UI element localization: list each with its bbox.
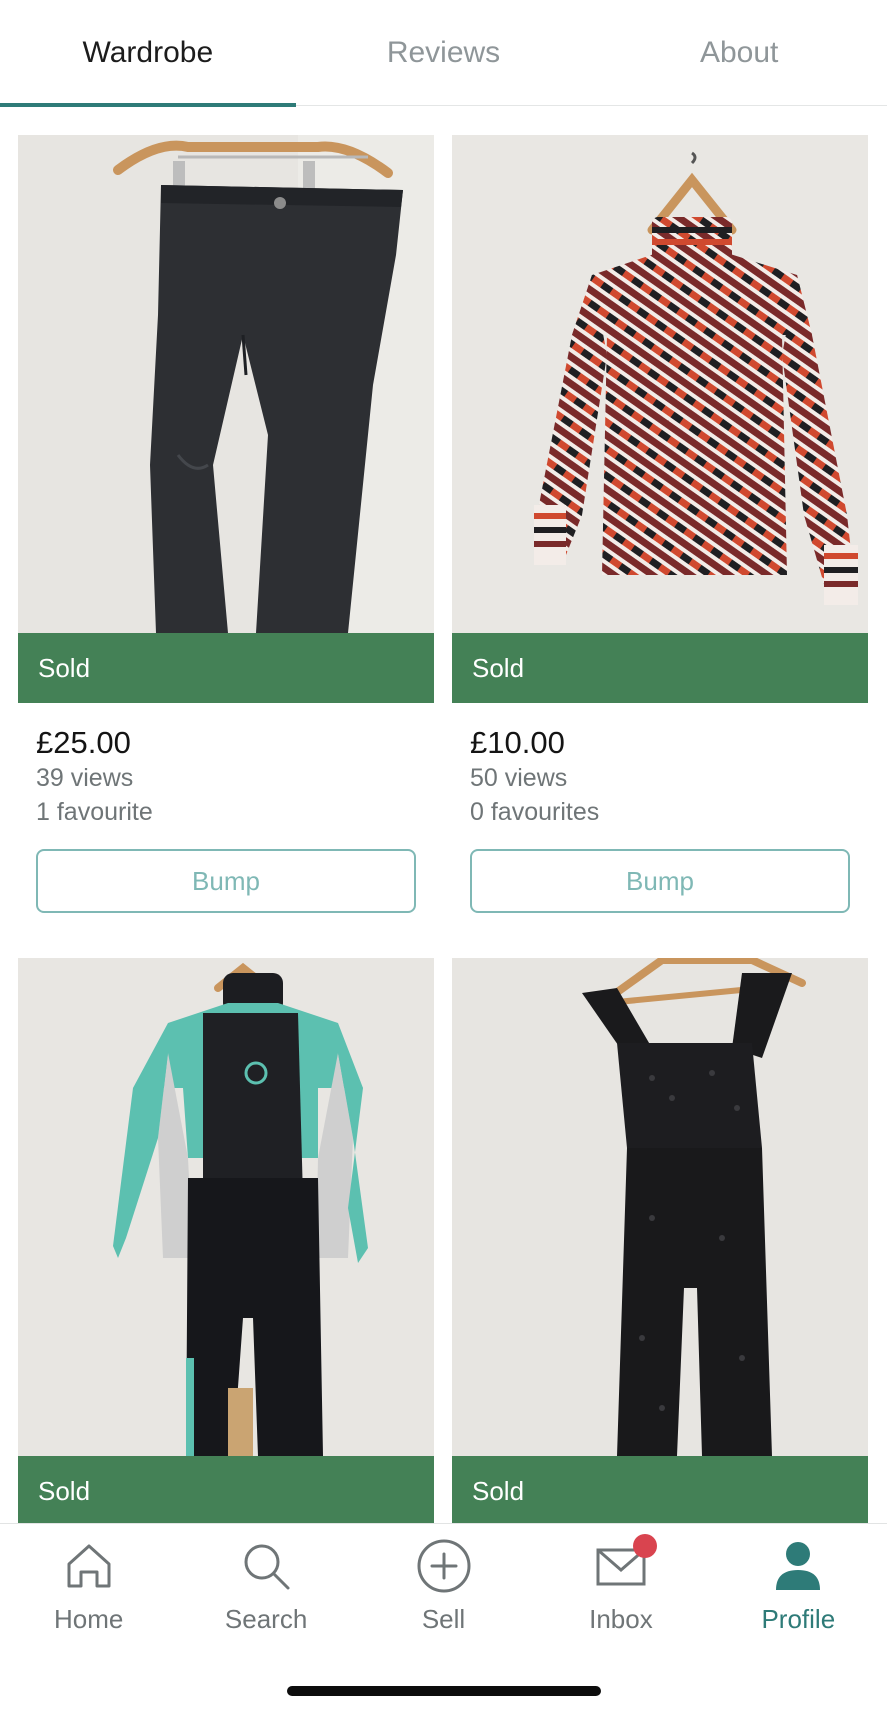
home-indicator [287,1686,601,1696]
nav-profile-label: Profile [761,1604,836,1634]
wetsuit-image [18,958,434,1456]
item-card[interactable]: Sold £25.00 39 views 1 favourite Bump [18,135,434,913]
nav-search-label: Search [224,1604,308,1634]
item-photo-wetsuit[interactable] [18,958,434,1456]
notification-badge [632,1534,657,1558]
home-icon [61,1538,117,1594]
plus-circle-icon [416,1538,472,1594]
sold-banner: Sold [452,1456,868,1526]
nav-search[interactable]: Search [177,1538,354,1644]
nav-home-label: Home [54,1604,124,1634]
item-favourites: 0 favourites [470,798,600,826]
sold-banner: Sold [18,633,434,703]
person-icon [770,1538,826,1594]
profile-tabs: Wardrobe Reviews About [0,0,887,107]
item-info: £10.00 50 views 0 favourites [452,703,868,829]
item-card[interactable]: Sold £10.00 50 views 0 favourites Bump [452,135,868,913]
nav-sell[interactable]: Sell [355,1538,532,1644]
item-price: £10.00 [470,725,565,760]
nav-sell-label: Sell [421,1604,466,1634]
tab-about[interactable]: About [591,0,887,106]
item-card[interactable]: Sold [18,958,434,1526]
item-price: £25.00 [36,725,131,760]
app-screen: Wardrobe Reviews About Sold £25.00 39 vi… [0,0,887,1713]
sold-banner: Sold [452,633,868,703]
item-photo-jeans[interactable] [18,135,434,633]
item-info: £25.00 39 views 1 favourite [18,703,434,829]
nav-inbox[interactable]: Inbox [532,1534,709,1644]
sold-banner: Sold [18,1456,434,1526]
item-card[interactable]: Sold [452,958,868,1526]
bump-button[interactable]: Bump [470,849,850,913]
item-photo-top[interactable] [452,135,868,633]
item-photo-jumpsuit[interactable] [452,958,868,1456]
jumpsuit-image [452,958,868,1456]
bottom-navigation: Home Search Sell Inbox Profile [0,1523,887,1713]
item-views: 39 views [36,764,134,792]
nav-profile[interactable]: Profile [710,1538,887,1644]
search-icon [238,1538,294,1594]
wardrobe-grid: Sold £25.00 39 views 1 favourite Bump So… [18,135,869,1526]
nav-inbox-label: Inbox [589,1604,653,1634]
nav-home[interactable]: Home [0,1538,177,1644]
item-favourites: 1 favourite [36,798,153,826]
turtleneck-image [452,135,868,633]
mail-icon [593,1534,657,1594]
tab-reviews[interactable]: Reviews [296,0,592,106]
jeans-image [18,135,434,633]
tab-wardrobe[interactable]: Wardrobe [0,0,296,107]
item-views: 50 views [470,764,568,792]
bump-button[interactable]: Bump [36,849,416,913]
